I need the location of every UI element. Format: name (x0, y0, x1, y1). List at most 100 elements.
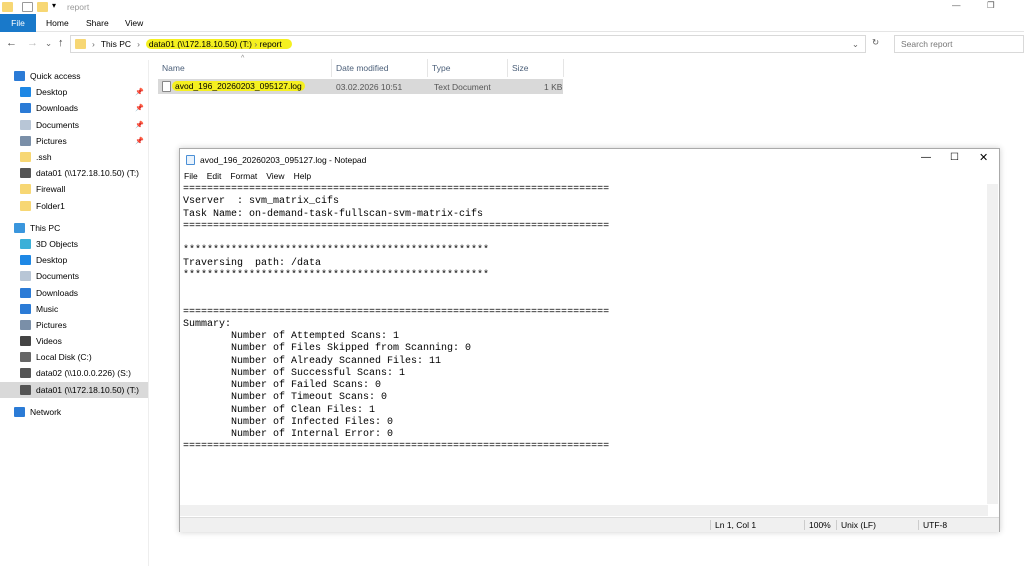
nav-item-label: Local Disk (C:) (36, 352, 92, 363)
minimize-button[interactable]: — (921, 152, 931, 163)
quick-access-dropdown-icon[interactable]: ▾ (52, 1, 56, 10)
pictures-icon (20, 319, 31, 330)
new-folder-icon[interactable] (37, 2, 48, 12)
maximize-button[interactable]: ☐ (950, 152, 959, 163)
close-button[interactable]: ✕ (979, 151, 988, 164)
music-icon (20, 303, 31, 314)
disk-icon (20, 352, 31, 363)
notepad-window: avod_196_20260203_095127.log - Notepad —… (179, 148, 1000, 532)
line-ending: Unix (LF) (836, 520, 876, 530)
tab-share[interactable]: Share (86, 14, 109, 32)
nav-item[interactable]: Downloads 📌 (0, 100, 148, 116)
nav-item-label: Documents (36, 119, 79, 130)
nav-item[interactable]: Pictures 📌 (0, 133, 148, 149)
network-drive-icon (20, 368, 31, 379)
network-drive-icon (20, 384, 31, 395)
file-name: avod_196_20260203_095127.log (172, 81, 305, 91)
nav-item-label: Desktop (36, 255, 68, 266)
folder-icon (75, 39, 86, 49)
minimize-button[interactable]: — (952, 0, 961, 10)
file-row[interactable]: avod_196_20260203_095127.log 03.02.2026 … (158, 79, 563, 94)
properties-icon[interactable] (22, 2, 33, 12)
nav-item[interactable]: Desktop 📌 (0, 84, 148, 100)
nav-item-label: Downloads (36, 103, 79, 114)
address-dropdown-icon[interactable]: ⌄ (852, 39, 859, 50)
nav-item-label: data02 (\\10.0.0.226) (S:) (36, 368, 131, 379)
nav-item[interactable]: Documents (0, 268, 148, 284)
download-icon (20, 287, 31, 298)
tab-file[interactable]: File (0, 14, 36, 32)
nav-item[interactable]: Quick access (0, 68, 148, 84)
menu-file[interactable]: File (184, 171, 198, 181)
column-header-type[interactable]: Type (428, 59, 508, 77)
breadcrumb-this-pc[interactable]: This PC (101, 39, 131, 49)
pin-icon: 📌 (135, 105, 144, 113)
explorer-title-bar: ▾ report — ❐ (0, 0, 1024, 14)
nav-item[interactable]: Network (0, 404, 148, 420)
nav-item-label: Network (30, 406, 62, 417)
notepad-icon (186, 155, 195, 165)
cursor-position: Ln 1, Col 1 (710, 520, 756, 530)
star-icon (14, 71, 25, 82)
nav-item[interactable]: Firewall (0, 181, 148, 197)
pin-icon: 📌 (135, 137, 144, 145)
nav-item-label: 3D Objects (36, 238, 79, 249)
pin-icon: 📌 (135, 89, 144, 97)
column-header-name[interactable]: Name (158, 59, 332, 77)
network-drive-icon (20, 168, 31, 179)
nav-item[interactable]: Music (0, 301, 148, 317)
videos-icon (20, 336, 31, 347)
nav-item-label: Pictures (36, 135, 67, 146)
nav-item-label: Desktop (36, 87, 68, 98)
breadcrumb-report[interactable]: report (260, 39, 282, 49)
documents-icon (20, 119, 31, 130)
back-button[interactable]: ← (6, 37, 17, 49)
nav-item[interactable]: This PC (0, 220, 148, 236)
folder-icon (20, 200, 31, 211)
nav-item[interactable]: Documents 📌 (0, 117, 148, 133)
search-input[interactable]: Search report (894, 35, 1024, 53)
tab-view[interactable]: View (125, 14, 143, 32)
menu-help[interactable]: Help (294, 171, 311, 181)
documents-icon (20, 271, 31, 282)
network-icon (14, 406, 25, 417)
nav-item[interactable]: 3D Objects (0, 236, 148, 252)
maximize-button[interactable]: ❐ (987, 0, 995, 11)
nav-item[interactable]: Videos (0, 333, 148, 349)
ribbon (0, 14, 1024, 32)
menu-view[interactable]: View (266, 171, 284, 181)
notepad-title: avod_196_20260203_095127.log - Notepad (200, 155, 367, 165)
breadcrumb-data01[interactable]: data01 (\\172.18.10.50) (T:) (149, 39, 252, 49)
nav-item[interactable]: Local Disk (C:) (0, 349, 148, 365)
text-editor[interactable]: ========================================… (183, 184, 988, 504)
nav-item[interactable]: data02 (\\10.0.0.226) (S:) (0, 365, 148, 381)
forward-button[interactable]: → (27, 37, 38, 49)
recent-locations-icon[interactable]: ⌄ (45, 38, 52, 49)
menu-format[interactable]: Format (230, 171, 257, 181)
text-file-icon (162, 81, 171, 92)
vertical-scrollbar[interactable] (987, 184, 998, 504)
nav-item[interactable]: Desktop (0, 252, 148, 268)
nav-item-label: Firewall (36, 184, 66, 195)
column-header-size[interactable]: Size (508, 59, 564, 77)
navigation-pane: Quick access Desktop 📌 Downloads 📌 Documents 📌… (0, 68, 148, 420)
3d-objects-icon (20, 238, 31, 249)
folder-icon (20, 152, 31, 163)
nav-item[interactable]: Pictures (0, 317, 148, 333)
menu-bar: File Edit Format View Help (184, 171, 311, 181)
nav-item[interactable]: .ssh (0, 149, 148, 165)
folder-icon (2, 2, 13, 12)
nav-item[interactable]: data01 (\\172.18.10.50) (T:) (0, 381, 148, 398)
up-button[interactable]: ↑ (58, 37, 64, 49)
column-header-date-modified[interactable]: Date modified (332, 59, 428, 77)
nav-item-label: .ssh (36, 152, 52, 163)
refresh-button[interactable]: ↻ (872, 37, 879, 48)
horizontal-scrollbar[interactable] (180, 505, 988, 516)
nav-item[interactable]: Folder1 (0, 198, 148, 214)
address-bar[interactable]: › This PC › data01 (\\172.18.10.50) (T:)… (70, 35, 866, 53)
menu-edit[interactable]: Edit (207, 171, 222, 181)
nav-item-label: Quick access (30, 71, 81, 82)
tab-home[interactable]: Home (46, 14, 69, 32)
nav-item[interactable]: Downloads (0, 284, 148, 300)
nav-item[interactable]: data01 (\\172.18.10.50) (T:) (0, 165, 148, 181)
